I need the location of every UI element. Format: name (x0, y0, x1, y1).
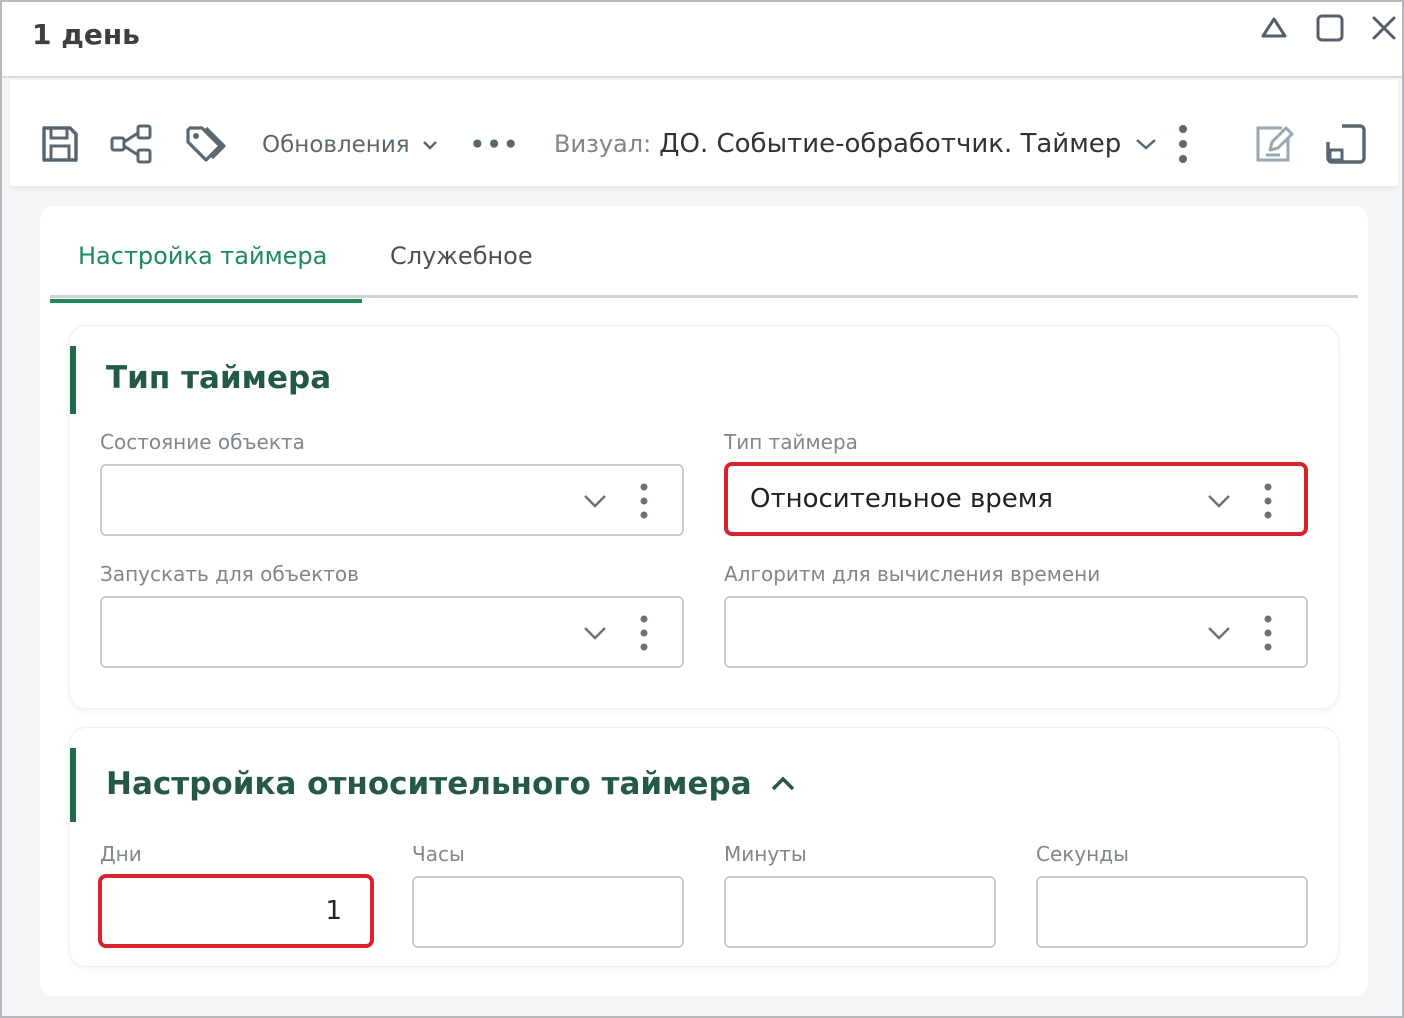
section-accent-bar (70, 346, 76, 414)
field-label: Тип таймера (724, 430, 858, 454)
days-input[interactable]: 1 (98, 874, 374, 948)
content-panel: Настройка таймера Служебное Тип таймера … (40, 206, 1368, 996)
chevron-down-icon (422, 139, 438, 151)
chevron-down-icon[interactable] (1204, 618, 1234, 648)
object-state-select[interactable] (100, 464, 684, 536)
window-title: 1 день (32, 18, 140, 51)
field-label: Минуты (724, 842, 807, 866)
updates-menu[interactable]: Обновления (262, 128, 438, 162)
field-value: 1 (325, 896, 342, 926)
timer-type-card: Тип таймера Состояние объекта Тип таймер… (70, 326, 1338, 708)
edit-icon[interactable] (1250, 120, 1298, 168)
more-options-icon[interactable]: ••• (470, 128, 520, 162)
kebab-menu-icon[interactable] (1258, 480, 1278, 522)
section-title: Настройка относительного таймера (106, 766, 752, 802)
kebab-menu-icon[interactable] (634, 480, 654, 522)
timer-type-select[interactable]: Относительное время (724, 462, 1308, 536)
layout-icon[interactable] (1322, 120, 1370, 168)
chevron-down-icon[interactable] (580, 618, 610, 648)
field-label: Секунды (1036, 842, 1129, 866)
chevron-down-icon[interactable] (1204, 486, 1234, 516)
field-label: Дни (100, 842, 142, 866)
hours-input[interactable] (412, 876, 684, 948)
section-title: Тип таймера (106, 360, 332, 396)
chevron-down-icon[interactable] (580, 486, 610, 516)
chevron-down-icon (1135, 137, 1157, 151)
save-icon[interactable] (36, 120, 84, 168)
field-label: Алгоритм для вычисления времени (724, 562, 1101, 586)
title-bar: 1 день (2, 2, 1402, 78)
chevron-up-icon[interactable] (770, 775, 796, 793)
section-title-row[interactable]: Настройка относительного таймера (106, 766, 796, 802)
maximize-icon[interactable] (1310, 10, 1350, 46)
visual-menu-dots-icon[interactable] (1168, 120, 1198, 168)
minutes-input[interactable] (724, 876, 996, 948)
updates-label: Обновления (262, 132, 410, 158)
kebab-menu-icon[interactable] (634, 612, 654, 654)
tab-service[interactable]: Служебное (390, 242, 533, 298)
visual-value: ДО. Событие-обработчик. Таймер (659, 129, 1122, 159)
window: 1 день Обновления ••• Визуал: ДО. Событи… (0, 0, 1404, 1018)
field-value: Относительное время (750, 484, 1054, 514)
home-icon[interactable] (1254, 10, 1294, 46)
tab-bar: Настройка таймера Служебное (50, 234, 1358, 303)
share-icon[interactable] (108, 120, 156, 168)
field-label: Часы (412, 842, 465, 866)
seconds-input[interactable] (1036, 876, 1308, 948)
field-label: Запускать для объектов (100, 562, 359, 586)
kebab-menu-icon[interactable] (1258, 612, 1278, 654)
run-for-objects-select[interactable] (100, 596, 684, 668)
time-algorithm-select[interactable] (724, 596, 1308, 668)
field-label: Состояние объекта (100, 430, 305, 454)
toolbar: Обновления ••• Визуал: ДО. Событие-обраб… (10, 80, 1398, 186)
visual-selector[interactable]: Визуал: ДО. Событие-обработчик. Таймер (554, 126, 1157, 162)
relative-timer-card: Настройка относительного таймера Дни 1 Ч… (70, 728, 1338, 966)
section-accent-bar (70, 748, 76, 822)
visual-label: Визуал: (554, 130, 652, 158)
tags-icon[interactable] (182, 120, 230, 168)
close-icon[interactable] (1364, 10, 1404, 46)
tab-timer-settings[interactable]: Настройка таймера (50, 242, 362, 303)
